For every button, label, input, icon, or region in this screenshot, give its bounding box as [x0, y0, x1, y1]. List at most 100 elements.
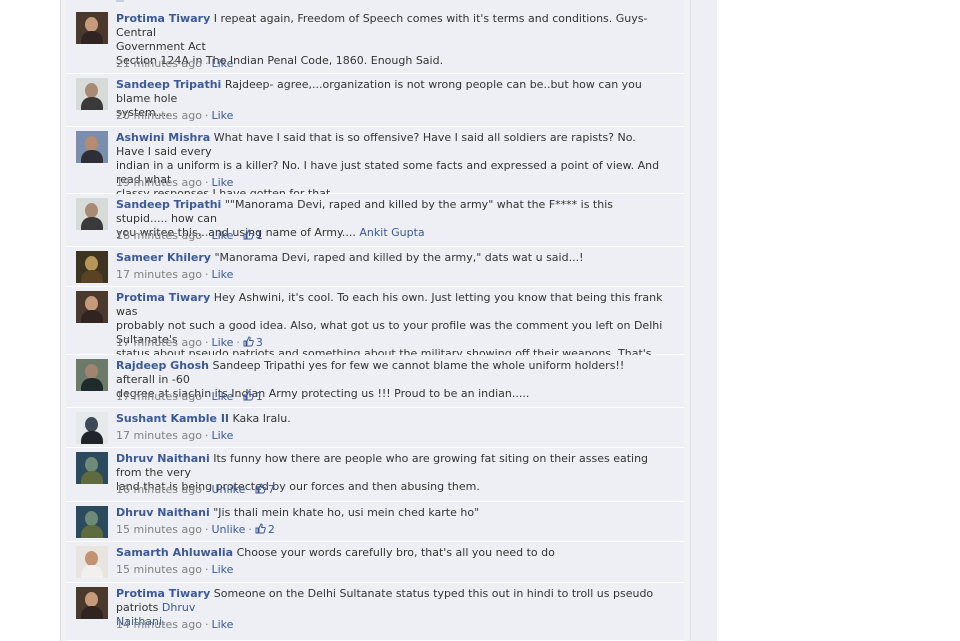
comment-author-link[interactable]: Protima Tiwary	[116, 291, 210, 304]
avatar[interactable]	[76, 452, 108, 484]
avatar[interactable]	[76, 78, 108, 110]
comment-item: Sushant Kamble II Kaka Iralu. 17 minutes …	[66, 408, 684, 448]
avatar-body	[81, 97, 103, 110]
unlike-button[interactable]: Unlike	[211, 483, 245, 496]
like-count: 1	[255, 229, 263, 242]
comment-item: Ashwini Mishra What have I said that is …	[66, 127, 684, 200]
separator-dot: ·	[236, 229, 240, 242]
avatar-body	[81, 217, 103, 230]
comment-author-link[interactable]: Protima Tiwary	[116, 12, 210, 25]
avatar-head	[85, 83, 98, 98]
comment-author-link[interactable]: Sandeep Tripathi	[116, 78, 221, 91]
avatar-body	[81, 310, 103, 323]
like-button[interactable]: Like	[211, 268, 233, 281]
comment-item: Sameer Khilery "Manorama Devi, raped and…	[66, 247, 684, 287]
timestamp: 19 minutes ago	[116, 176, 202, 189]
comment-body: Samarth Ahluwalia Choose your words care…	[116, 546, 666, 560]
like-count: 7	[267, 483, 275, 496]
comment-meta: 17 minutes ago · Like · 1	[116, 390, 263, 404]
comment-author-link[interactable]: Samarth Ahluwalia	[116, 546, 233, 559]
avatar-head	[85, 136, 98, 151]
comment-author-link[interactable]: Rajdeep Ghosh	[116, 359, 209, 372]
comment-author-link[interactable]: Sameer Khilery	[116, 251, 211, 264]
thumbs-up-icon	[243, 336, 254, 347]
comment-author-link[interactable]: Sushant Kamble II	[116, 412, 229, 425]
like-button[interactable]: Like	[211, 429, 233, 442]
comment-author-link[interactable]: Sandeep Tripathi	[116, 198, 221, 211]
avatar-body	[81, 31, 103, 44]
unlike-button[interactable]: Unlike	[211, 523, 245, 536]
like-count-link[interactable]: 1	[243, 390, 263, 403]
avatar-head	[85, 364, 98, 379]
comment-author-link[interactable]: Ashwini Mishra	[116, 131, 210, 144]
like-count-link[interactable]: 2	[255, 523, 275, 536]
thumbs-up-icon	[255, 483, 266, 494]
avatar[interactable]	[76, 291, 108, 323]
separator-dot: ·	[236, 336, 240, 349]
timestamp: 14 minutes ago	[116, 618, 202, 631]
avatar-head	[85, 457, 98, 472]
like-button[interactable]: Like	[211, 336, 233, 349]
timestamp: 15 minutes ago	[116, 523, 202, 536]
avatar[interactable]	[76, 587, 108, 619]
left-gutter	[0, 0, 60, 641]
comment-meta: 15 minutes ago · Unlike · 2	[116, 523, 275, 537]
like-button[interactable]: Like	[211, 229, 233, 242]
like-button[interactable]: Like	[211, 176, 233, 189]
comment-author-link[interactable]: Protima Tiwary	[116, 587, 210, 600]
comment-meta: 17 minutes ago · Like	[116, 268, 233, 282]
like-button[interactable]: Like	[211, 57, 233, 70]
avatar[interactable]	[76, 131, 108, 163]
comment-text-line: Kaka Iralu.	[232, 412, 291, 425]
like-button[interactable]: Like	[211, 109, 233, 122]
comment-meta: 14 minutes ago · Like	[116, 618, 233, 632]
comment-item: Samarth Ahluwalia Choose your words care…	[66, 542, 684, 583]
avatar[interactable]	[76, 251, 108, 283]
comment-meta: 17 minutes ago · Like	[116, 429, 233, 443]
avatar-body	[81, 565, 103, 578]
mention-link[interactable]: Dhruv	[162, 601, 195, 614]
timestamp: 20 minutes ago	[116, 109, 202, 122]
comment-body: Ashwini Mishra What have I said that is …	[116, 131, 666, 201]
like-count-link[interactable]: 1	[243, 229, 263, 242]
comment-body: Sameer Khilery "Manorama Devi, raped and…	[116, 251, 666, 265]
avatar[interactable]	[76, 412, 108, 444]
like-button[interactable]: Like	[211, 618, 233, 631]
mention-link[interactable]: Ankit Gupta	[359, 226, 424, 239]
comment-list: Protima Tiwary I repeat again, Freedom o…	[66, 0, 684, 641]
comment-item: Dhruv Naithani Its funny how there are p…	[66, 448, 684, 502]
timestamp: 17 minutes ago	[116, 336, 202, 349]
avatar[interactable]	[76, 506, 108, 538]
like-count-link[interactable]: 7	[255, 483, 275, 496]
timestamp: 17 minutes ago	[116, 429, 202, 442]
comment-item: Dhruv Naithani "Jis thali mein khate ho,…	[66, 502, 684, 542]
avatar-head	[85, 511, 98, 526]
timestamp: 17 minutes ago	[116, 390, 202, 403]
avatar[interactable]	[76, 198, 108, 230]
like-count-link[interactable]: 3	[243, 336, 263, 349]
comment-feed: Protima Tiwary I repeat again, Freedom o…	[60, 0, 691, 641]
avatar[interactable]	[76, 359, 108, 391]
comment-item: Protima Tiwary I repeat again, Freedom o…	[66, 8, 684, 74]
comment-author-link[interactable]: Dhruv Naithani	[116, 506, 210, 519]
timestamp: 17 minutes ago	[116, 268, 202, 281]
comment-meta: 16 minutes ago · Unlike · 7	[116, 483, 275, 497]
comment-item: Rajdeep Ghosh Sandeep Tripathi yes for f…	[66, 355, 684, 408]
comment-meta: 18 minutes ago · Like · 1	[116, 229, 263, 243]
avatar-body	[81, 471, 103, 484]
separator-dot: ·	[236, 390, 240, 403]
avatar-head	[85, 256, 98, 271]
avatar[interactable]	[76, 12, 108, 44]
timestamp: 15 minutes ago	[116, 563, 202, 576]
avatar[interactable]	[76, 546, 108, 578]
timestamp: 16 minutes ago	[116, 483, 202, 496]
comment-text-line: "Jis thali mein khate ho, usi mein ched …	[213, 506, 480, 519]
avatar-head	[85, 417, 98, 432]
like-button[interactable]: Like	[211, 563, 233, 576]
comment-meta: 17 minutes ago · Like · 3	[116, 336, 263, 350]
avatar-head	[85, 296, 98, 311]
like-button[interactable]: Like	[211, 390, 233, 403]
timestamp: 18 minutes ago	[116, 229, 202, 242]
comment-meta: 21 minutes ago · Like	[116, 57, 233, 71]
comment-author-link[interactable]: Dhruv Naithani	[116, 452, 210, 465]
